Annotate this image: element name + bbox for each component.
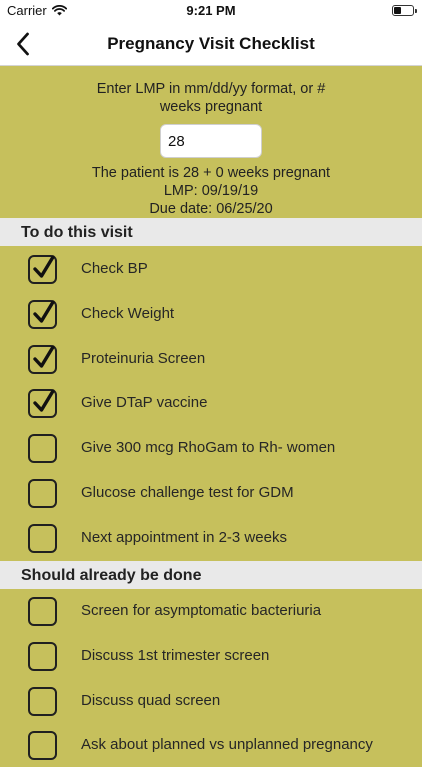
checklist-row[interactable]: Next appointment in 2-3 weeks [0,516,422,560]
entry-prompt: Enter LMP in mm/dd/yy format, or # weeks… [60,80,362,116]
result-weeks-text: The patient is 28 + 0 weeks pregnant [91,165,331,181]
checkbox[interactable] [28,255,57,284]
checklist-item-label: Screen for asymptomatic bacteriuria [81,602,322,619]
checklist-item-label: Check BP [81,260,148,277]
checkbox[interactable] [28,597,57,626]
weeks-pregnant-input[interactable] [160,124,262,158]
result-lmp-text: LMP: 09/19/19 [163,183,259,199]
checkmark-icon [33,389,55,413]
checklist-row[interactable]: Give 300 mcg RhoGam to Rh- women [0,426,422,470]
checkmark-icon [33,344,55,368]
checklist-row[interactable]: Check Weight [0,292,422,336]
entry-prompt-line2: weeks pregnant [159,99,263,115]
checklist-row[interactable]: Proteinuria Screen [0,337,422,381]
checkbox[interactable] [28,434,57,464]
checkbox[interactable] [28,389,57,419]
status-bar: Carrier 9:21 PM [0,0,422,22]
status-time: 9:21 PM [186,3,236,18]
checkbox[interactable] [28,344,57,374]
checkbox[interactable] [28,479,57,508]
checklist-row[interactable]: Discuss quad screen [0,679,422,723]
checklist-item-label: Give DTaP vaccine [81,394,208,412]
checklist-item-label: Glucose challenge test for GDM [81,484,294,501]
checklist-item-label: Check Weight [81,304,175,322]
checkmark-icon [33,300,55,323]
navigation-bar: Pregnancy Visit Checklist [0,22,422,66]
battery-icon [392,5,417,16]
checkbox[interactable] [28,686,57,716]
checkbox[interactable] [28,641,57,671]
checkbox[interactable] [28,523,57,553]
checkbox[interactable] [28,299,57,329]
checklist-row[interactable]: Glucose challenge test for GDM [0,471,422,515]
checklist-item-label: Give 300 mcg RhoGam to Rh- women [81,439,336,457]
checklist-item-label: Ask about planned vs unplanned pregnancy [81,736,373,754]
checklist-row[interactable]: Ask about planned vs unplanned pregnancy [0,723,422,767]
checkmark-icon [33,255,55,278]
checklist-item-label: Discuss quad screen [81,691,221,709]
checklist-row[interactable]: Screen for asymptomatic bacteriuria [0,589,422,633]
section-header-todo: To do this visit [0,218,422,246]
checkbox[interactable] [28,731,57,761]
checklist-item-label: Proteinuria Screen [81,349,206,367]
section-header-done: Should already be done [0,561,422,589]
page-title: Pregnancy Visit Checklist [107,34,315,53]
checklist-item-label: Next appointment in 2-3 weeks [81,528,287,546]
entry-prompt-line1: Enter LMP in mm/dd/yy format, or # [96,81,326,97]
result-due-date-text: Due date: 06/25/20 [149,201,273,217]
checklist-row[interactable]: Check BP [0,247,422,291]
checklist-row[interactable]: Discuss 1st trimester screen [0,634,422,678]
checklist-item-label: Discuss 1st trimester screen [81,646,270,664]
checklist-row[interactable]: Give DTaP vaccine [0,381,422,425]
